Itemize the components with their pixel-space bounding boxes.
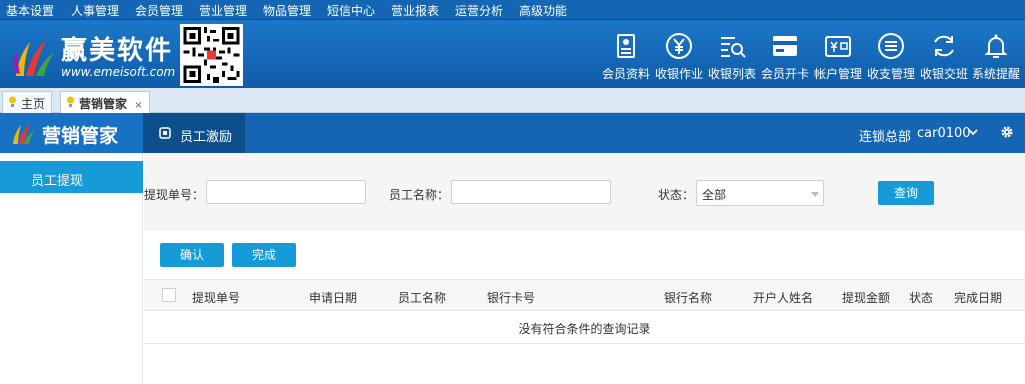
col-account-holder: 开户人姓名 [753, 291, 814, 305]
ledger-icon [878, 33, 904, 59]
tab-close-icon[interactable]: × [134, 100, 142, 111]
menu-hr[interactable]: 人事管理 [71, 2, 119, 19]
bulb-icon [9, 96, 16, 107]
tab-marketing[interactable]: 营销管家 × [60, 91, 150, 113]
employee-name-label: 员工名称： [389, 188, 450, 202]
table-header: 提现单号 申请日期 员工名称 银行卡号 银行名称 开户人姓名 提现金额 状态 完… [144, 279, 1025, 311]
confirm-button[interactable]: 确认 [160, 243, 224, 267]
wallet-icon [825, 36, 851, 57]
qr-code-icon [180, 24, 243, 86]
menu-business[interactable]: 营业管理 [199, 2, 247, 19]
menu-analysis[interactable]: 运营分析 [455, 2, 503, 19]
status-select-value: 全部 [702, 188, 727, 202]
member-card-icon [617, 34, 635, 58]
tab-home[interactable]: 主页 [2, 91, 53, 113]
complete-button[interactable]: 完成 [232, 243, 296, 267]
tab-label: 主页 [21, 97, 46, 111]
menu-sms[interactable]: 短信中心 [327, 2, 375, 19]
main-content: 提现单号： 员工名称： 状态： 全部 查询 确认 完成 提现单号 申请日期 员工… [144, 153, 1025, 384]
menu-advanced[interactable]: 高级功能 [519, 2, 567, 19]
module-header: 营销管家 员工激励 连锁总部 car0100 [0, 113, 1025, 153]
brand-url: www.emeisoft.com [61, 65, 176, 79]
bell-icon [984, 34, 1008, 58]
module-brand: 营销管家 [0, 113, 143, 153]
menu-basic-settings[interactable]: 基本设置 [6, 2, 54, 19]
brand-logo-icon [13, 40, 54, 76]
yen-icon [666, 33, 692, 59]
tab-label: 营销管家 [79, 97, 128, 111]
col-apply-date: 申请日期 [309, 291, 358, 305]
brand-name: 赢美软件 [61, 36, 174, 66]
bulb-icon [67, 96, 74, 107]
menu-reports[interactable]: 营业报表 [391, 2, 439, 19]
chevron-down-icon[interactable] [968, 128, 978, 136]
empty-message: 没有符合条件的查询记录 [144, 311, 1025, 344]
withdraw-no-label: 提现单号： [144, 188, 205, 202]
col-bank-card: 银行卡号 [487, 291, 536, 305]
withdraw-no-input[interactable] [206, 180, 366, 204]
module-logo-icon [13, 124, 34, 144]
employee-name-input[interactable] [451, 180, 611, 204]
select-all-checkbox[interactable] [162, 288, 176, 302]
incentive-icon [159, 127, 171, 139]
col-complete-date: 完成日期 [954, 291, 1003, 305]
col-status: 状态 [909, 291, 934, 305]
status-label: 状态： [658, 188, 695, 202]
col-employee-name: 员工名称 [398, 291, 447, 305]
brand-header: 赢美软件 www.emeisoft.com 会员资料 收银作业 收银列表 会员开… [0, 20, 1025, 88]
tab-employee-incentive[interactable]: 员工激励 [143, 113, 245, 153]
menu-members[interactable]: 会员管理 [135, 2, 183, 19]
open-card-icon [773, 36, 797, 56]
user-name[interactable]: car0100 [917, 126, 971, 141]
caret-down-icon [811, 192, 819, 197]
col-withdraw-no: 提现单号 [192, 291, 241, 305]
branch-name: 连锁总部 [859, 130, 912, 145]
toolbar-label: 系统提醒 [971, 67, 1020, 81]
module-title: 营销管家 [42, 125, 119, 147]
toolbar-system-alert[interactable]: 系统提醒 [966, 20, 1025, 88]
gear-icon[interactable] [1000, 125, 1014, 139]
filter-panel: 提现单号： 员工名称： 状态： 全部 查询 [144, 153, 1025, 231]
refresh-icon [934, 35, 954, 57]
top-menu-bar: 基本设置 人事管理 会员管理 营业管理 物品管理 短信中心 营业报表 运营分析 … [0, 0, 1025, 20]
col-amount: 提现金额 [842, 291, 891, 305]
sidebar: 员工提现 [0, 153, 143, 384]
query-button[interactable]: 查询 [878, 181, 934, 205]
list-search-icon [721, 37, 746, 58]
sidebar-item-employee-withdraw[interactable]: 员工提现 [0, 161, 143, 193]
module-tab-label: 员工激励 [180, 130, 233, 145]
col-bank-name: 银行名称 [664, 291, 713, 305]
status-select[interactable]: 全部 [696, 180, 824, 206]
menu-goods[interactable]: 物品管理 [263, 2, 311, 19]
tab-bar: 主页 营销管家 × [0, 88, 1025, 113]
